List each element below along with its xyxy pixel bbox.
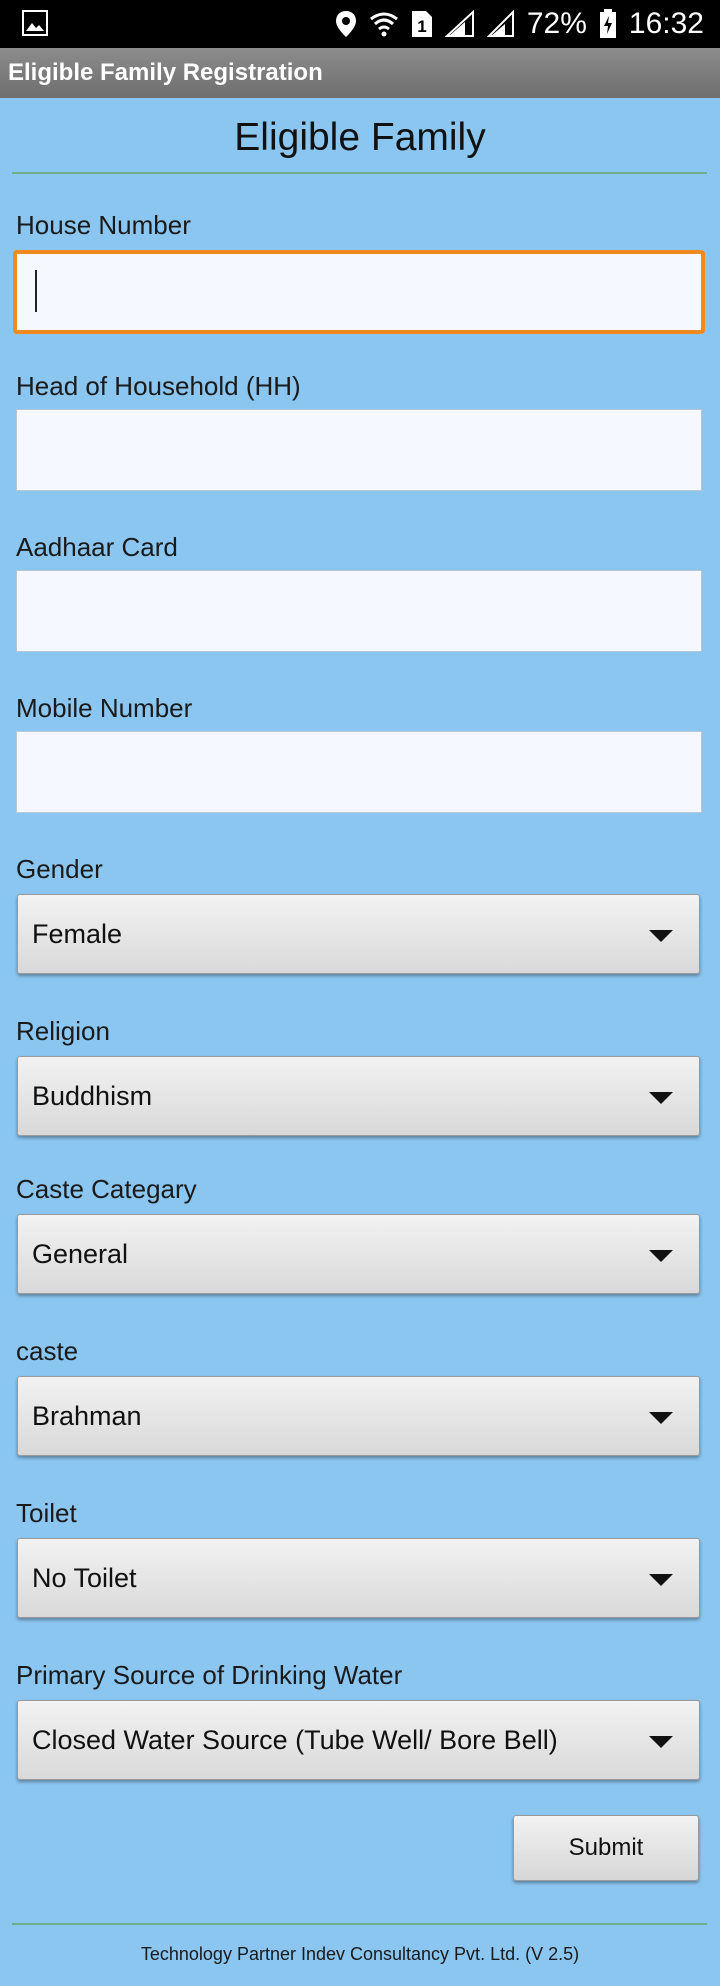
toilet-selected-value: No Toilet — [32, 1563, 137, 1593]
chevron-down-icon — [649, 930, 673, 942]
location-icon — [335, 10, 357, 38]
aadhaar-card-label: Aadhaar Card — [16, 532, 178, 562]
house-number-input[interactable] — [13, 250, 705, 334]
footer-credit: Technology Partner Indev Consultancy Pvt… — [140, 1944, 580, 1964]
text-caret — [35, 270, 37, 312]
caste-selected-value: Brahman — [32, 1401, 142, 1431]
gender-selected-value: Female — [32, 919, 123, 949]
app-bar: Eligible Family Registration — [0, 48, 720, 98]
caste-category-selected-value: General — [32, 1239, 129, 1269]
toilet-label: Toilet — [16, 1498, 77, 1528]
battery-charging-icon — [599, 9, 617, 39]
chevron-down-icon — [649, 1412, 673, 1424]
drinking-water-selected-value: Closed Water Source (Tube Well/ Bore Bel… — [32, 1725, 558, 1755]
battery-percent: 72% — [526, 7, 587, 40]
toilet-select[interactable]: No Toilet — [17, 1538, 700, 1618]
gender-label: Gender — [16, 854, 103, 884]
gender-select[interactable]: Female — [17, 894, 700, 974]
signal-icon — [486, 10, 515, 38]
status-bar: 1 72% 16:32 — [0, 0, 720, 48]
clock: 16:32 — [628, 7, 704, 40]
mobile-number-label: Mobile Number — [16, 693, 193, 723]
mobile-number-input[interactable] — [16, 731, 702, 813]
caste-select[interactable]: Brahman — [17, 1376, 700, 1456]
chevron-down-icon — [649, 1092, 673, 1104]
registration-form: Eligible Family House Number Head of Hou… — [0, 98, 720, 1986]
drinking-water-label: Primary Source of Drinking Water — [16, 1660, 403, 1690]
sim-slot-label: 1 — [417, 17, 426, 36]
religion-select[interactable]: Buddhism — [17, 1056, 700, 1136]
aadhaar-card-input[interactable] — [16, 570, 702, 652]
submit-button[interactable]: Submit — [513, 1815, 699, 1881]
head-of-household-input[interactable] — [16, 409, 702, 491]
religion-label: Religion — [16, 1016, 110, 1046]
footer-divider — [12, 1923, 707, 1925]
wifi-icon — [369, 11, 399, 37]
chevron-down-icon — [649, 1736, 673, 1748]
religion-selected-value: Buddhism — [32, 1081, 153, 1111]
drinking-water-select[interactable]: Closed Water Source (Tube Well/ Bore Bel… — [17, 1700, 700, 1780]
title-divider — [12, 172, 707, 174]
app-bar-title: Eligible Family Registration — [8, 59, 323, 86]
chevron-down-icon — [649, 1574, 673, 1586]
image-notification-icon — [22, 10, 48, 41]
caste-category-select[interactable]: General — [17, 1214, 700, 1294]
sim-icon: 1 — [411, 10, 433, 38]
signal-icon — [444, 10, 475, 38]
caste-category-label: Caste Categary — [16, 1174, 197, 1204]
caste-label: caste — [16, 1336, 79, 1366]
house-number-label: House Number — [16, 210, 191, 240]
page-title: Eligible Family — [234, 116, 486, 159]
head-of-household-label: Head of Household (HH) — [16, 371, 301, 401]
chevron-down-icon — [649, 1250, 673, 1262]
